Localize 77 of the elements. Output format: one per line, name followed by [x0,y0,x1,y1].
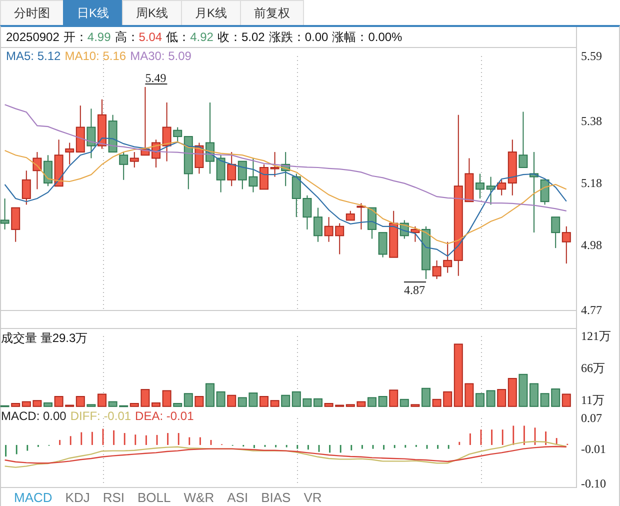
chart-tab[interactable]: 日K线 [63,0,122,25]
quote-date: 20250902 [6,30,60,44]
volume-title: 成交量 量29.3万 [1,330,88,347]
volume-bar [216,391,226,407]
price-extreme-label: 4.87 [404,282,426,298]
indicator-tab[interactable]: ASI [227,490,248,504]
volume-bar [108,401,118,407]
chart-tab[interactable]: 周K线 [122,0,182,25]
volume-bar [140,389,150,407]
indicator-tab[interactable]: BIAS [261,490,291,504]
volume-bar [464,383,474,407]
macd-legend-item: DIFF: -0.01 [70,409,132,423]
volume-bar [54,396,64,407]
price-extreme-label: 5.49 [144,70,168,85]
volume-bar [302,398,312,407]
quote-field: 收：5.02 [217,28,265,46]
indicator-tab[interactable]: VR [304,490,322,504]
quote-field: 低：4.92 [166,28,214,46]
macd-legend-item: MACD: 0.00 [1,409,66,423]
volume-bar [270,400,280,407]
indicator-tab[interactable]: KDJ [65,490,90,504]
price-axis-label: 5.59 [581,49,602,63]
volume-bar [422,388,430,407]
volume-bar [32,400,42,407]
quote-field: 涨幅：0.00% [332,28,402,46]
volume-bar [476,393,484,407]
volume-bar [486,390,496,407]
macd-legend-item: DEA: -0.01 [135,409,194,423]
quote-field: 涨跌：0.00 [268,28,328,46]
volume-bar [98,394,106,407]
quote-field: 开：4.99 [63,28,111,46]
volume-axis-label: 121万 [581,329,611,343]
volume-bar [281,394,290,407]
volume-bar [152,402,160,407]
volume-bar [86,404,96,407]
volume-bar [194,396,204,407]
volume-bar [368,397,376,407]
volume-bar [378,396,388,407]
chart-tab[interactable]: 月K线 [181,0,240,25]
volume-bar [518,374,528,407]
volume-axis-label: 66万 [581,361,605,375]
volume-bar [314,398,322,407]
volume-bar [432,398,442,407]
chart-tab[interactable]: 前复权 [240,0,304,25]
volume-bar [540,393,550,407]
volume-axis-label: 11万 [581,393,605,407]
volume-bar [530,383,538,407]
macd-axis-label: -0.01 [581,442,606,456]
macd-axis-label: 0.07 [581,411,602,425]
volume-bar [551,388,560,407]
volume-bar [44,402,52,407]
indicator-tab[interactable]: RSI [102,490,125,504]
volume-bar [238,397,247,407]
volume-bar [206,383,214,407]
volume-bar [162,390,172,407]
chart-tab[interactable]: 分时图 [0,0,63,25]
ma-legend-item: MA5: 5.12 [6,49,61,63]
indicator-tab[interactable]: W&R [184,490,214,504]
volume-bar [292,391,301,407]
volume-bar [562,394,571,407]
quote-field: 高：5.04 [114,28,162,46]
volume-bar [410,404,420,407]
price-axis-label: 5.18 [581,176,602,190]
volume-bar [0,405,10,408]
volume-bar [227,394,236,407]
price-axis-label: 4.77 [581,303,602,317]
macd-axis-label: -0.10 [581,476,606,488]
ma-legend-item: MA10: 5.16 [64,49,126,63]
ma-legend-item: MA30: 5.09 [130,49,192,63]
indicator-tab[interactable]: BOLL [138,490,171,504]
indicator-tab[interactable]: MACD [14,490,52,504]
price-axis-label: 4.98 [581,238,602,252]
volume-bar [248,392,258,407]
volume-bar [260,396,268,407]
price-axis-label: 5.38 [581,114,602,128]
volume-bar [324,403,334,407]
volume-bar [356,401,366,407]
